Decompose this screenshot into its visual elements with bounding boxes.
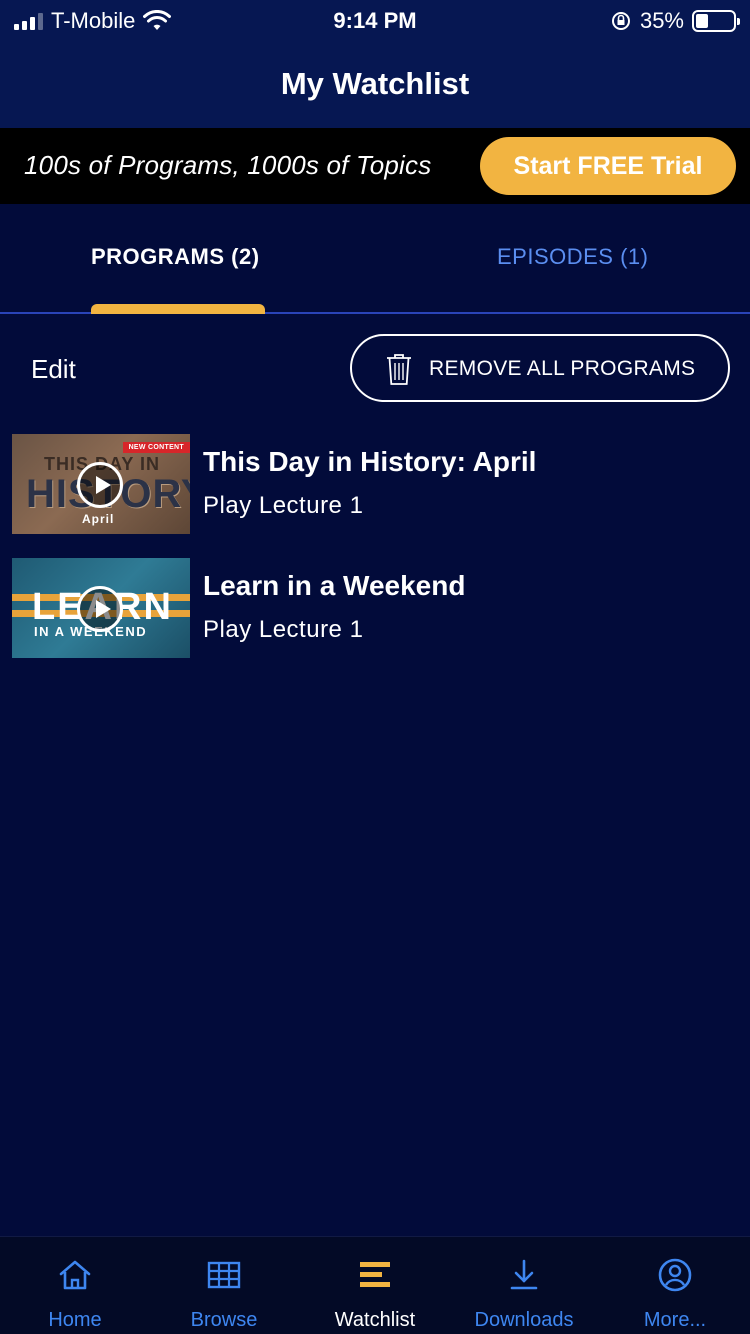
watchlist-icon: [360, 1262, 390, 1287]
edit-button[interactable]: Edit: [31, 354, 76, 385]
nav-home-label: Home: [48, 1309, 102, 1331]
status-right: 35%: [610, 8, 740, 34]
nav-browse[interactable]: Browse: [149, 1237, 299, 1334]
program-thumbnail[interactable]: NEW CONTENT THIS DAY IN HISTORY April: [12, 434, 190, 534]
watchlist-item[interactable]: NEW CONTENT THIS DAY IN HISTORY April Th…: [12, 434, 738, 534]
status-bar: T-Mobile 9:14 PM 35%: [0, 0, 750, 40]
home-icon: [59, 1260, 91, 1290]
orientation-lock-icon: [611, 12, 630, 30]
play-icon[interactable]: [77, 462, 123, 508]
nav-downloads[interactable]: Downloads: [449, 1237, 599, 1334]
remove-all-label: REMOVE ALL PROGRAMS: [429, 357, 696, 380]
new-content-badge: NEW CONTENT: [122, 442, 190, 453]
program-thumbnail[interactable]: LEARN IN A WEEKEND: [12, 558, 190, 658]
nav-more-label: More...: [643, 1309, 707, 1331]
program-title[interactable]: Learn in a Weekend: [203, 570, 465, 602]
top-bar: T-Mobile 9:14 PM 35% My Watchlist: [0, 0, 750, 128]
nav-watchlist-label: Watchlist: [334, 1309, 416, 1331]
nav-browse-label: Browse: [190, 1309, 258, 1331]
nav-downloads-label: Downloads: [474, 1309, 574, 1331]
download-icon: [510, 1259, 538, 1290]
tab-programs[interactable]: PROGRAMS (2): [91, 244, 260, 270]
tab-episodes[interactable]: EPISODES (1): [497, 244, 648, 270]
promo-text: 100s of Programs, 1000s of Topics: [24, 150, 432, 180]
watchlist-tabs: PROGRAMS (2) EPISODES (1): [0, 204, 750, 314]
trash-icon: [387, 354, 411, 385]
active-tab-indicator: [91, 304, 265, 314]
watchlist-item[interactable]: LEARN IN A WEEKEND Learn in a Weekend Pl…: [12, 558, 738, 658]
battery-icon: [692, 10, 740, 32]
battery-percent: 35%: [639, 8, 684, 33]
program-title[interactable]: This Day in History: April: [203, 446, 536, 478]
play-lecture-link[interactable]: Play Lecture 1: [203, 616, 363, 644]
grid-icon: [207, 1261, 241, 1289]
page-title: My Watchlist: [280, 66, 470, 101]
bottom-nav: Home Browse Watchlist Downloads More...: [0, 1236, 750, 1334]
promo-banner: 100s of Programs, 1000s of Topics Start …: [0, 128, 750, 204]
start-free-trial-button[interactable]: Start FREE Trial: [480, 137, 736, 195]
play-lecture-link[interactable]: Play Lecture 1: [203, 492, 363, 520]
nav-more[interactable]: More...: [600, 1237, 750, 1334]
thumbnail-subtitle: April: [82, 512, 115, 526]
remove-all-programs-button[interactable]: REMOVE ALL PROGRAMS: [350, 334, 730, 402]
nav-watchlist[interactable]: Watchlist: [300, 1237, 450, 1334]
play-icon[interactable]: [77, 586, 123, 632]
profile-icon: [658, 1258, 692, 1292]
nav-home[interactable]: Home: [0, 1237, 150, 1334]
